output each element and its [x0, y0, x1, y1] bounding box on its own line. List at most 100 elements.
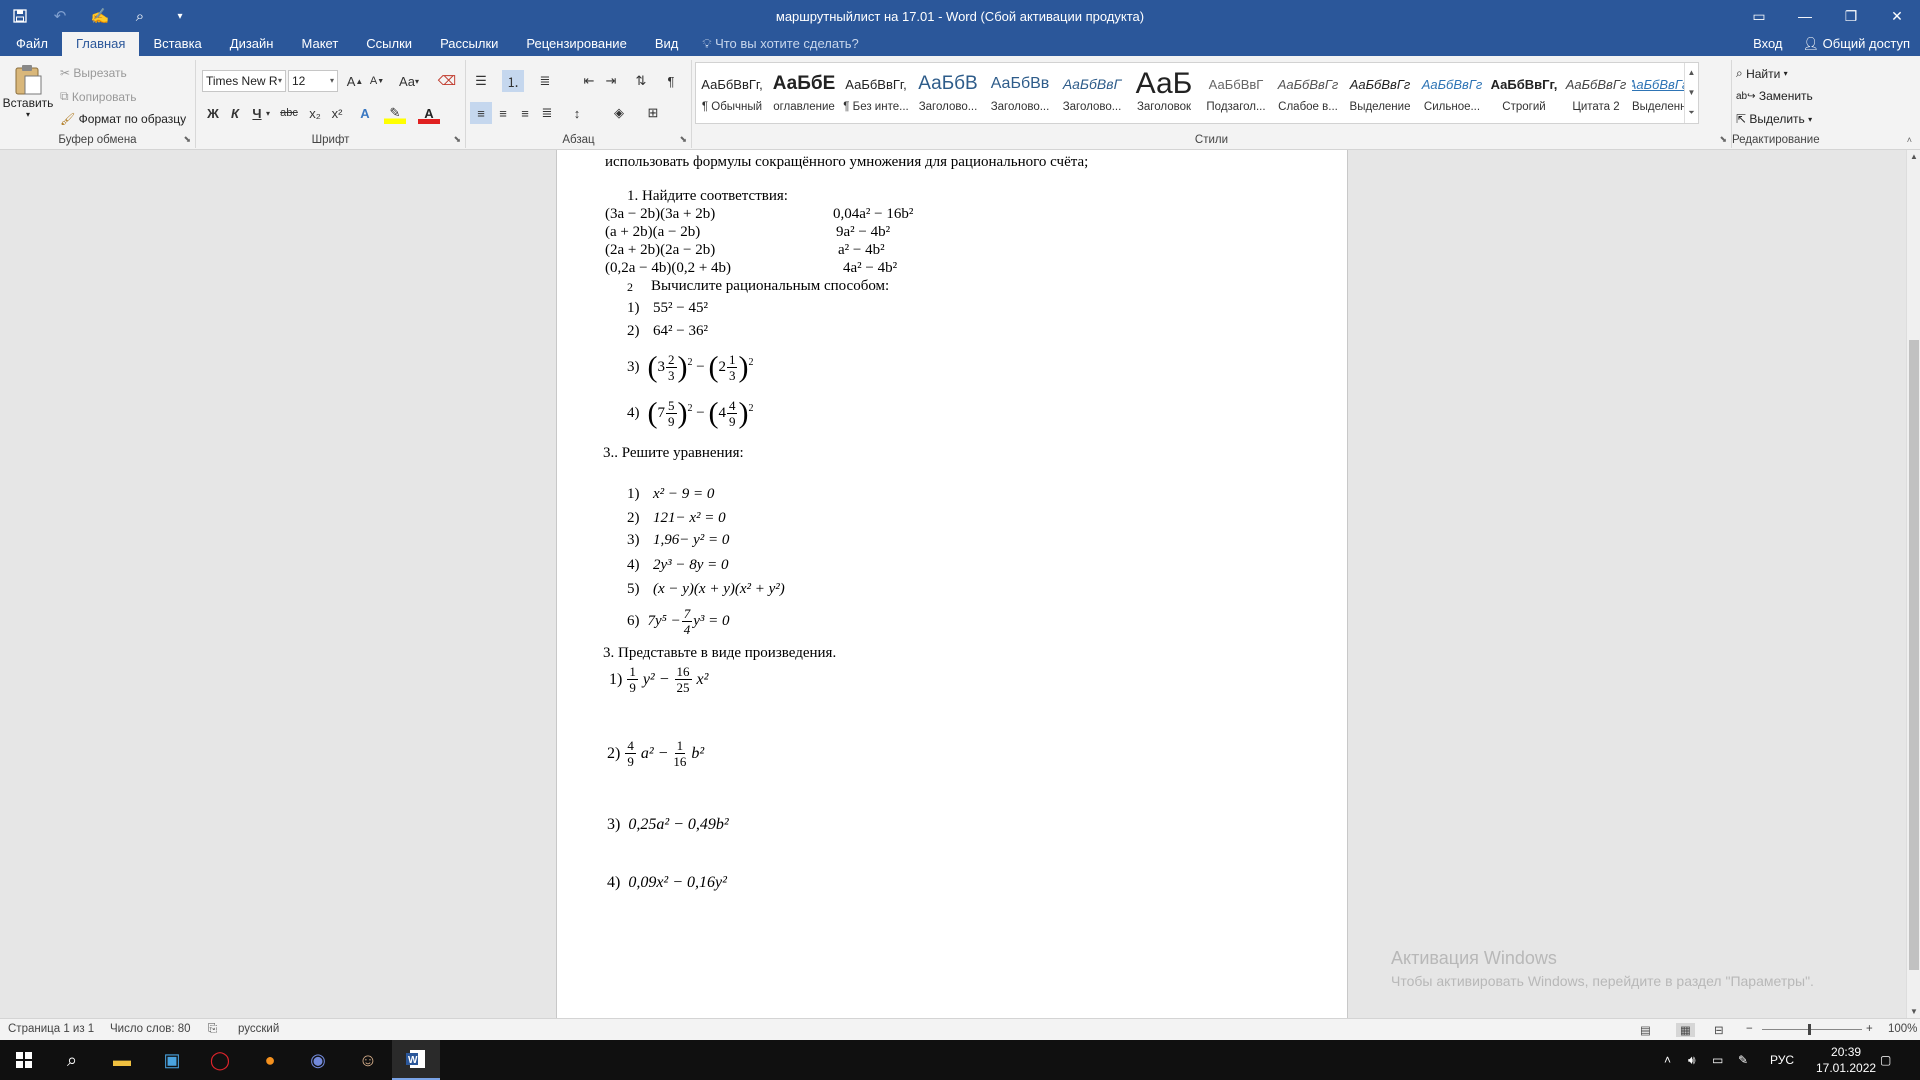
pilcrow-icon[interactable]: ¶: [660, 70, 682, 92]
tab-view[interactable]: Вид: [641, 32, 693, 56]
customize-icon[interactable]: ▾: [160, 0, 200, 32]
tab-layout[interactable]: Макет: [287, 32, 352, 56]
tab-file[interactable]: Файл: [0, 32, 62, 56]
share-button[interactable]: 👤︎ Общий доступ: [1803, 32, 1910, 56]
style-subtle-emphasis[interactable]: АаБбВвГг Слабое в...: [1272, 63, 1344, 123]
align-center-icon[interactable]: ≡: [492, 102, 514, 124]
strikethrough-button[interactable]: abc: [276, 102, 302, 124]
tell-me-search[interactable]: 💡︎ Что вы хотите сделать?: [692, 32, 868, 56]
print-layout-icon[interactable]: ▦: [1676, 1023, 1695, 1037]
paste-button[interactable]: Вставить ▾: [3, 64, 53, 130]
style-heading-3[interactable]: АаБбВвГ Заголово...: [1056, 63, 1128, 123]
minimize-button[interactable]: —: [1782, 0, 1828, 32]
network-icon[interactable]: ▭: [1712, 1040, 1723, 1080]
touch-mode-icon[interactable]: ✍: [80, 0, 120, 32]
word-taskbar-icon[interactable]: W: [392, 1040, 440, 1080]
tray-expand-icon[interactable]: ˄: [1664, 1040, 1671, 1080]
borders-icon[interactable]: ⊞: [642, 102, 664, 124]
web-layout-icon[interactable]: ⊟: [1714, 1023, 1724, 1037]
decrease-indent-icon[interactable]: ⇤: [578, 70, 600, 92]
shading-icon[interactable]: ◈: [608, 102, 630, 124]
page-count[interactable]: Страница 1 из 1: [8, 1023, 94, 1035]
discord-icon[interactable]: ◉: [294, 1040, 342, 1080]
opera-icon[interactable]: ◯: [196, 1040, 244, 1080]
document-page[interactable]: использовать формулы сокращённого умноже…: [556, 150, 1348, 1018]
chevron-down-icon[interactable]: ▾: [262, 102, 274, 124]
font-size-box[interactable]: 12 ▾: [288, 70, 338, 92]
chevron-down-icon[interactable]: ▼: [1907, 1007, 1920, 1016]
align-left-icon[interactable]: ≡: [470, 102, 492, 124]
style-title[interactable]: АаБ Заголовок: [1128, 63, 1200, 123]
tab-mailings[interactable]: Рассылки: [426, 32, 512, 56]
dialog-launcher-icon[interactable]: ⬊: [183, 134, 191, 145]
style-heading-1[interactable]: АаБбВ Заголово...: [912, 63, 984, 123]
tab-review[interactable]: Рецензирование: [512, 32, 640, 56]
copy-button[interactable]: ⧉ Копировать: [60, 89, 137, 104]
dialog-launcher-icon[interactable]: ⬊: [679, 134, 687, 145]
more-icon[interactable]: ⏷: [1688, 108, 1694, 118]
tab-design[interactable]: Дизайн: [216, 32, 288, 56]
bullets-icon[interactable]: ☰: [470, 70, 492, 92]
tab-home[interactable]: Главная: [61, 32, 140, 56]
tab-references[interactable]: Ссылки: [352, 32, 426, 56]
search-icon[interactable]: ⌕: [48, 1040, 96, 1080]
undo-icon[interactable]: ↶: [40, 0, 80, 32]
style-intense-quote[interactable]: АаБбВвГг Выделенн...: [1632, 63, 1684, 123]
gallery-scroll[interactable]: ▲ ▼ ⏷: [1684, 63, 1698, 123]
text-effects-icon[interactable]: A: [354, 102, 376, 124]
store-icon[interactable]: ▣: [148, 1040, 196, 1080]
chevron-up-icon[interactable]: ▲: [1688, 68, 1696, 77]
word-count[interactable]: Число слов: 80: [110, 1023, 191, 1035]
find-button[interactable]: ⌕ Найти ▾: [1736, 66, 1788, 81]
print-preview-icon[interactable]: ⌕: [120, 0, 160, 32]
clear-formatting-icon[interactable]: ⌫: [436, 70, 458, 92]
subscript-button[interactable]: x₂: [304, 102, 326, 124]
zoom-level[interactable]: 100%: [1888, 1023, 1917, 1035]
zoom-slider[interactable]: [1762, 1029, 1862, 1030]
notifications-icon[interactable]: ▢: [1880, 1040, 1891, 1080]
restore-button[interactable]: ❐: [1828, 0, 1874, 32]
align-right-icon[interactable]: ≡: [514, 102, 536, 124]
language-indicator[interactable]: русский: [238, 1023, 279, 1035]
font-color-icon[interactable]: A: [418, 102, 440, 124]
multilevel-list-icon[interactable]: ≣: [534, 70, 556, 92]
change-case-button[interactable]: Aa ▾: [394, 70, 424, 92]
superscript-button[interactable]: x²: [326, 102, 348, 124]
replace-button[interactable]: ab↪ Заменить: [1736, 89, 1813, 103]
highlight-icon[interactable]: ✎: [384, 102, 406, 124]
grow-font-icon[interactable]: A ▲: [344, 70, 366, 92]
odnoklassniki-icon[interactable]: ●: [246, 1040, 294, 1080]
shrink-font-icon[interactable]: A ▼: [366, 70, 388, 92]
style-normal[interactable]: АаБбВвГг, ¶ Обычный: [696, 63, 768, 123]
style-subtitle[interactable]: АаБбВвГ Подзагол...: [1200, 63, 1272, 123]
increase-indent-icon[interactable]: ⇥: [600, 70, 622, 92]
line-spacing-icon[interactable]: ↕: [566, 102, 588, 124]
bold-button[interactable]: Ж: [202, 102, 224, 124]
windows-start-icon[interactable]: [0, 1040, 48, 1080]
style-toc[interactable]: АаБбЕ оглавление: [768, 63, 840, 123]
read-mode-icon[interactable]: ▤: [1640, 1023, 1651, 1037]
app-avatar-icon[interactable]: ☺: [344, 1040, 392, 1080]
format-painter-button[interactable]: 🖌︎ Формат по образцу: [60, 112, 186, 126]
collapse-ribbon-icon[interactable]: ˄: [1907, 135, 1912, 145]
style-quote-2[interactable]: АаБбВвГг Цитата 2: [1560, 63, 1632, 123]
style-strong[interactable]: АаБбВвГг, Строгий: [1488, 63, 1560, 123]
sort-icon[interactable]: ⇅: [630, 70, 652, 92]
style-no-spacing[interactable]: АаБбВвГг, ¶ Без инте...: [840, 63, 912, 123]
pen-icon[interactable]: ✎: [1738, 1040, 1748, 1080]
save-icon[interactable]: [0, 0, 40, 32]
select-button[interactable]: ⇱ Выделить ▾: [1736, 112, 1812, 126]
style-intense-emphasis[interactable]: АаБбВвГг Сильное...: [1416, 63, 1488, 123]
numbering-icon[interactable]: ⒈: [502, 70, 524, 92]
justify-icon[interactable]: ≣: [536, 102, 558, 124]
proofing-icon[interactable]: ⎘: [208, 1023, 217, 1036]
tab-insert[interactable]: Вставка: [139, 32, 215, 56]
volume-icon[interactable]: 🔊︎: [1688, 1040, 1696, 1080]
font-name-box[interactable]: Times New R ▾: [202, 70, 286, 92]
close-button[interactable]: ✕: [1874, 0, 1920, 32]
style-heading-2[interactable]: АаБбВв Заголово...: [984, 63, 1056, 123]
ribbon-display-options-button[interactable]: ▭: [1736, 0, 1782, 32]
dialog-launcher-icon[interactable]: ⬊: [453, 134, 461, 145]
file-explorer-icon[interactable]: ▬: [98, 1040, 146, 1080]
input-language[interactable]: РУС: [1770, 1040, 1794, 1080]
